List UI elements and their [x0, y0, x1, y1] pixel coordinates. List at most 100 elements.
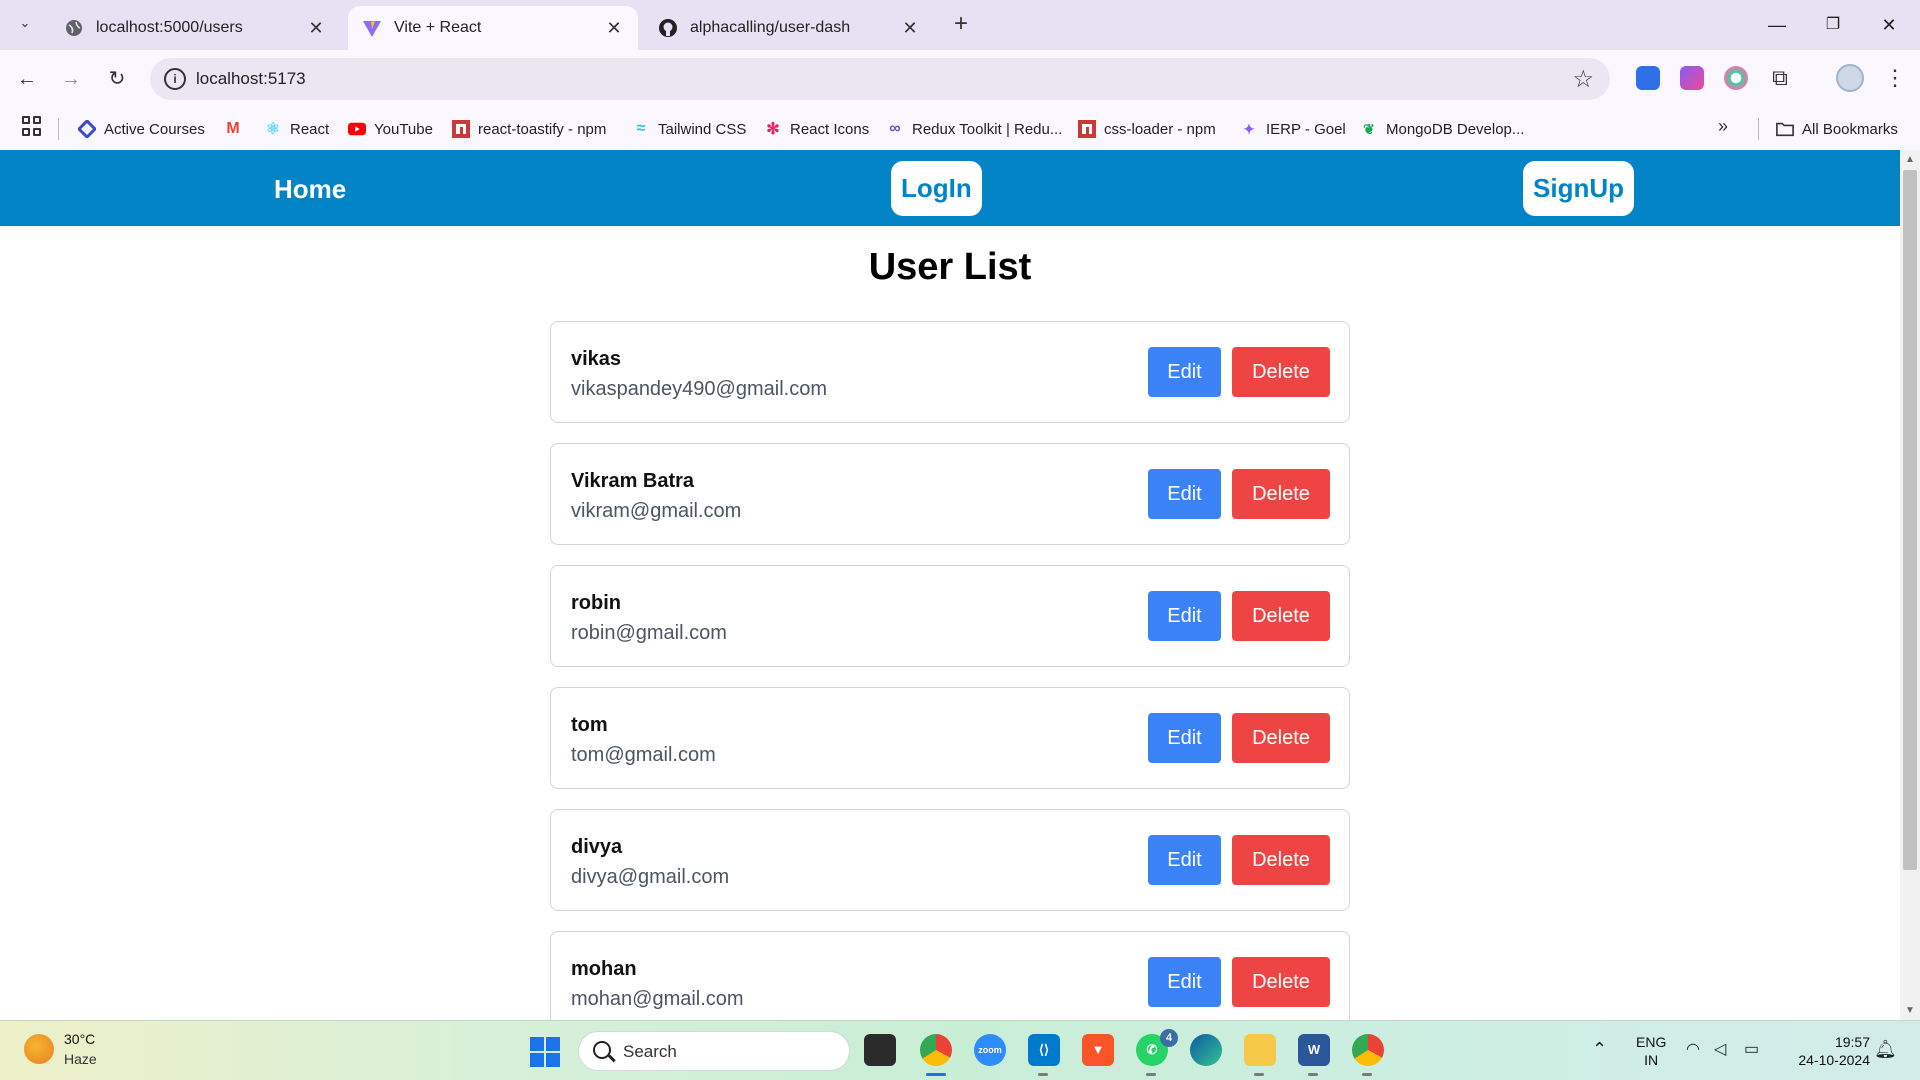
weather-description[interactable]: Haze	[64, 1051, 97, 1067]
github-icon	[658, 18, 678, 38]
windows-start-icon[interactable]	[530, 1037, 560, 1067]
edit-button[interactable]: Edit	[1148, 469, 1221, 519]
tab-github[interactable]: alphacalling/user-dash ✕	[644, 6, 934, 50]
close-icon[interactable]: ✕	[604, 18, 624, 39]
window-close-icon[interactable]: ✕	[1874, 10, 1904, 40]
address-bar[interactable]: i localhost:5173 ☆	[150, 58, 1610, 100]
bookmark-active-courses[interactable]: Active Courses	[78, 118, 205, 140]
site-info-icon[interactable]: i	[164, 68, 186, 90]
windows-taskbar: 30°C Haze Search zoom ⟨⟩ ▼ ✆ 4 W ⌃ ENG I…	[0, 1020, 1920, 1080]
more-bookmarks-chevron-icon[interactable]: »	[1718, 116, 1728, 137]
bookmark-star-icon[interactable]: ☆	[1572, 65, 1594, 94]
scroll-thumb[interactable]	[1903, 170, 1917, 870]
running-indicator	[1146, 1073, 1156, 1076]
nav-home-link[interactable]: Home	[274, 174, 346, 205]
delete-button[interactable]: Delete	[1232, 957, 1330, 1007]
user-name: mohan	[571, 958, 637, 980]
tab-users[interactable]: localhost:5000/users ✕	[50, 6, 340, 50]
bookmarks-bar: Active Courses M ⚛ React YouTube react-t…	[0, 108, 1920, 150]
task-view-icon[interactable]	[864, 1034, 896, 1066]
running-indicator	[1038, 1073, 1048, 1076]
bookmark-label: MongoDB Develop...	[1386, 120, 1525, 138]
language-indicator[interactable]: ENG IN	[1636, 1033, 1666, 1069]
tab-vite-react[interactable]: Vite + React ✕	[348, 6, 638, 50]
battery-icon[interactable]: ▭	[1744, 1039, 1759, 1059]
edit-button[interactable]: Edit	[1148, 713, 1221, 763]
forward-arrow-icon[interactable]: →	[56, 64, 86, 94]
bookmark-youtube[interactable]: YouTube	[348, 118, 433, 140]
file-explorer-icon[interactable]	[1244, 1034, 1276, 1066]
bookmark-gmail[interactable]: M	[224, 118, 250, 140]
new-tab-button[interactable]: +	[948, 12, 974, 38]
scroll-up-arrow-icon[interactable]: ▲	[1905, 154, 1915, 165]
delete-button[interactable]: Delete	[1232, 713, 1330, 763]
menu-kebab-icon[interactable]: ⋮	[1884, 64, 1906, 94]
edge-icon[interactable]	[1190, 1034, 1222, 1066]
zoom-icon[interactable]: zoom	[974, 1034, 1006, 1066]
chrome-profile-icon[interactable]	[1352, 1034, 1384, 1066]
user-card: tom tom@gmail.com Edit Delete	[550, 687, 1350, 789]
extension-icon[interactable]	[1636, 66, 1660, 90]
react-icons-icon: ✻	[766, 121, 780, 138]
brave-icon[interactable]: ▼	[1082, 1034, 1114, 1066]
divider	[1758, 118, 1759, 140]
bookmark-react[interactable]: ⚛ React	[264, 118, 329, 140]
scroll-down-arrow-icon[interactable]: ▼	[1905, 1005, 1915, 1016]
restore-icon[interactable]: ❐	[1818, 10, 1848, 40]
extension-icon[interactable]	[1724, 66, 1748, 90]
chrome-icon[interactable]	[920, 1034, 952, 1066]
tab-search-chevron-icon[interactable]: ⌄	[12, 10, 38, 36]
vscode-icon[interactable]: ⟨⟩	[1028, 1034, 1060, 1066]
bookmark-mongodb[interactable]: ❦ MongoDB Develop...	[1360, 118, 1524, 140]
back-arrow-icon[interactable]: ←	[12, 64, 42, 94]
taskbar-search[interactable]: Search	[578, 1031, 850, 1071]
all-bookmarks[interactable]: All Bookmarks	[1776, 118, 1898, 140]
delete-button[interactable]: Delete	[1232, 591, 1330, 641]
page-scrollbar[interactable]: ▲ ▼	[1900, 150, 1920, 1020]
url-text[interactable]: localhost:5173	[196, 69, 306, 89]
extension-icon[interactable]	[1680, 66, 1704, 90]
edit-button[interactable]: Edit	[1148, 957, 1221, 1007]
bookmark-label: react-toastify - npm	[478, 120, 607, 138]
reload-icon[interactable]: ↻	[102, 64, 132, 94]
nav-login-button[interactable]: LogIn	[891, 161, 982, 216]
user-name: tom	[571, 714, 608, 736]
bookmark-react-toastify[interactable]: react-toastify - npm	[452, 118, 606, 140]
user-email: vikram@gmail.com	[571, 500, 742, 522]
bookmark-ierp[interactable]: ✦ IERP - Goel	[1240, 118, 1346, 140]
minimize-icon[interactable]: —	[1762, 10, 1792, 40]
delete-button[interactable]: Delete	[1232, 469, 1330, 519]
weather-haze-icon[interactable]	[24, 1034, 54, 1064]
bookmark-css-loader[interactable]: css-loader - npm	[1078, 118, 1216, 140]
close-icon[interactable]: ✕	[306, 18, 326, 39]
browser-toolbar: ← → ↻ i localhost:5173 ☆ ⧉ ⋮	[0, 50, 1920, 108]
user-card: robin robin@gmail.com Edit Delete	[550, 565, 1350, 667]
puzzle-extensions-icon[interactable]: ⧉	[1768, 66, 1792, 90]
word-icon[interactable]: W	[1298, 1034, 1330, 1066]
bookmark-tailwind[interactable]: ≈ Tailwind CSS	[632, 118, 747, 140]
wifi-icon[interactable]: ◠	[1686, 1039, 1700, 1059]
tab-title: localhost:5000/users	[96, 19, 243, 36]
bookmark-react-icons[interactable]: ✻ React Icons	[764, 118, 869, 140]
volume-icon[interactable]: ◁	[1714, 1039, 1726, 1059]
tab-title: alphacalling/user-dash	[690, 19, 851, 36]
notification-bell-icon[interactable]: 🔔︎	[1874, 1039, 1897, 1060]
bookmark-redux[interactable]: ∞ Redux Toolkit | Redu...	[886, 118, 1062, 140]
system-clock[interactable]: 19:57 24-10-2024	[1786, 1033, 1870, 1069]
edit-button[interactable]: Edit	[1148, 347, 1221, 397]
user-list: vikas vikaspandey490@gmail.com Edit Dele…	[550, 321, 1350, 1020]
delete-button[interactable]: Delete	[1232, 835, 1330, 885]
edit-button[interactable]: Edit	[1148, 835, 1221, 885]
nav-signup-button[interactable]: SignUp	[1523, 161, 1634, 216]
weather-temperature[interactable]: 30°C	[64, 1031, 95, 1047]
tray-overflow-chevron-icon[interactable]: ⌃	[1592, 1039, 1607, 1060]
close-icon[interactable]: ✕	[900, 18, 920, 39]
edit-button[interactable]: Edit	[1148, 591, 1221, 641]
apps-grid-icon[interactable]	[22, 116, 42, 136]
search-placeholder: Search	[623, 1042, 677, 1061]
ierp-icon: ✦	[1243, 120, 1255, 137]
delete-button[interactable]: Delete	[1232, 347, 1330, 397]
profile-avatar[interactable]	[1836, 64, 1864, 92]
bookmark-label: React	[290, 120, 330, 138]
npm-icon	[1078, 120, 1096, 138]
